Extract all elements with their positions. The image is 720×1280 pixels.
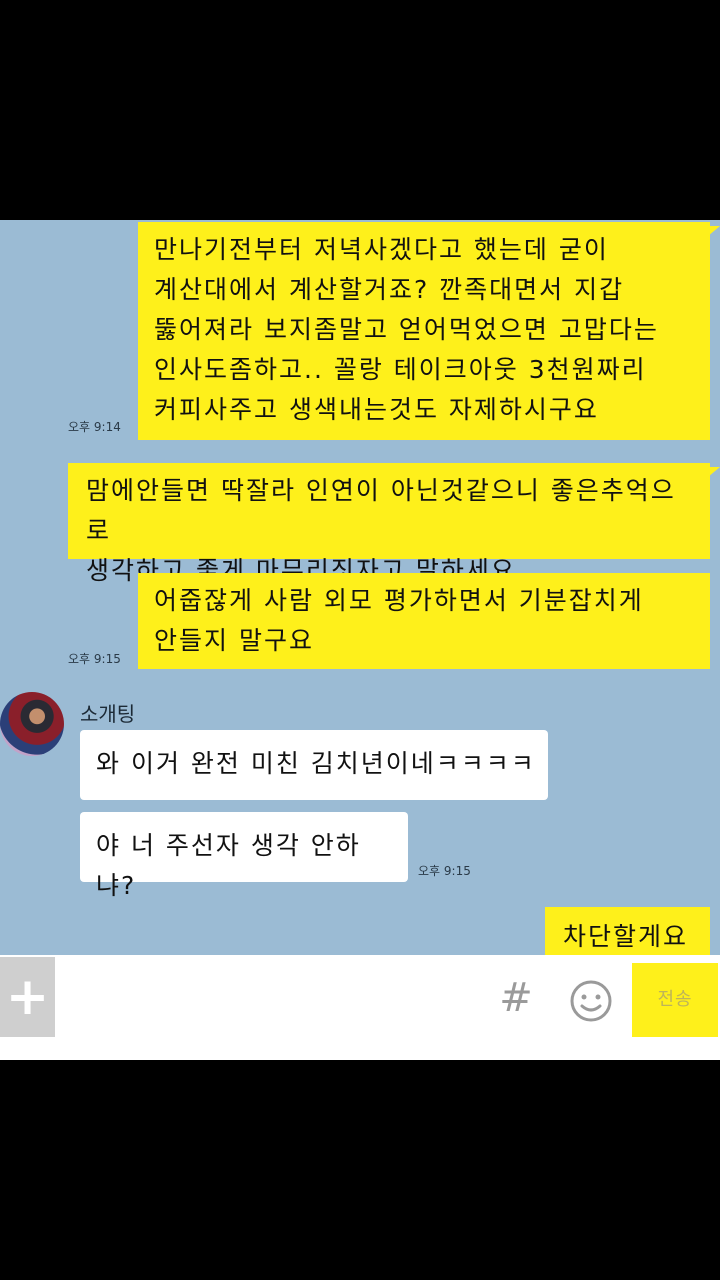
message-bubble-sent: 어줍잖게 사람 외모 평가하면서 기분잡치게 안들지 말구요 [138, 573, 710, 669]
plus-icon: + [5, 967, 50, 1027]
message-bubble-sent: 차단할게요 [545, 907, 710, 955]
screenshot-frame: 만나기전부터 저녁사겠다고 했는데 굳이 계산대에서 계산할거죠? 깐족대면서 … [0, 0, 720, 1280]
emoji-icon[interactable] [569, 979, 613, 1023]
message-input-bar: + # 전송 [0, 955, 720, 1060]
sender-name: 소개팅 [80, 702, 136, 726]
bubble-tail [708, 467, 720, 477]
message-bubble-sent: 맘에안들면 딱잘라 인연이 아닌것같으니 좋은추억으로 생각하고 좋게 마무리짓… [68, 463, 710, 585]
avatar[interactable] [0, 692, 64, 756]
message-time: 오후 9:14 [68, 420, 121, 434]
chat-area[interactable]: 만나기전부터 저녁사겠다고 했는데 굳이 계산대에서 계산할거죠? 깐족대면서 … [0, 220, 720, 955]
send-button[interactable]: 전송 [632, 963, 718, 1037]
message-bubble-sent: 만나기전부터 저녁사겠다고 했는데 굳이 계산대에서 계산할거죠? 깐족대면서 … [138, 222, 710, 440]
message-bubble-received: 야 너 주선자 생각 안하냐? [80, 812, 408, 900]
hash-icon[interactable]: # [496, 973, 536, 1023]
attach-button[interactable]: + [0, 957, 55, 1037]
message-input[interactable] [62, 975, 486, 1027]
message-time: 오후 9:15 [418, 864, 471, 878]
message-bubble-received: 와 이거 완전 미친 김치년이네ㅋㅋㅋㅋ [80, 730, 548, 800]
message-time: 오후 9:15 [68, 652, 121, 666]
bubble-tail [708, 226, 720, 236]
